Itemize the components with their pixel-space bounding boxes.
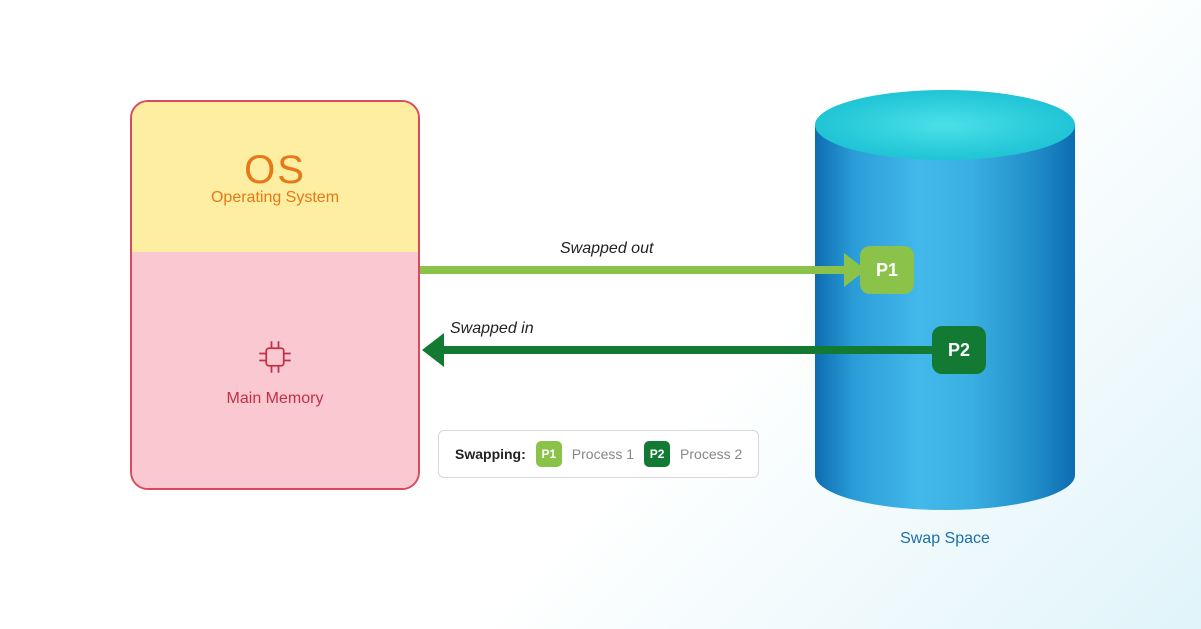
legend-box: Swapping: P1 Process 1 P2 Process 2 <box>438 430 759 478</box>
cpu-chip-icon <box>254 336 296 378</box>
memory-box: OS Operating System Main Memory <box>130 100 420 490</box>
swapped-out-arrow <box>420 266 850 274</box>
os-subtitle: Operating System <box>211 189 339 207</box>
swapped-in-arrowhead-icon <box>422 333 444 367</box>
swap-space-cylinder <box>815 90 1075 510</box>
swapped-out-label: Swapped out <box>560 240 653 258</box>
swapped-in-label: Swapped in <box>450 320 534 338</box>
main-memory-section: Main Memory <box>132 252 418 490</box>
os-section: OS Operating System <box>132 102 418 252</box>
legend-title: Swapping: <box>455 446 526 462</box>
process-p1-badge: P1 <box>860 246 914 294</box>
cylinder-bottom <box>815 440 1075 510</box>
cylinder-top <box>815 90 1075 160</box>
cylinder-body <box>815 125 1075 475</box>
os-title: OS <box>244 148 306 193</box>
legend-p1-badge: P1 <box>536 441 562 467</box>
legend-p1-text: Process 1 <box>572 446 634 462</box>
swapped-in-arrow <box>444 346 934 354</box>
legend-p2-badge: P2 <box>644 441 670 467</box>
main-memory-label: Main Memory <box>227 390 324 408</box>
swap-space-label: Swap Space <box>815 530 1075 548</box>
legend-p2-text: Process 2 <box>680 446 742 462</box>
process-p2-badge: P2 <box>932 326 986 374</box>
